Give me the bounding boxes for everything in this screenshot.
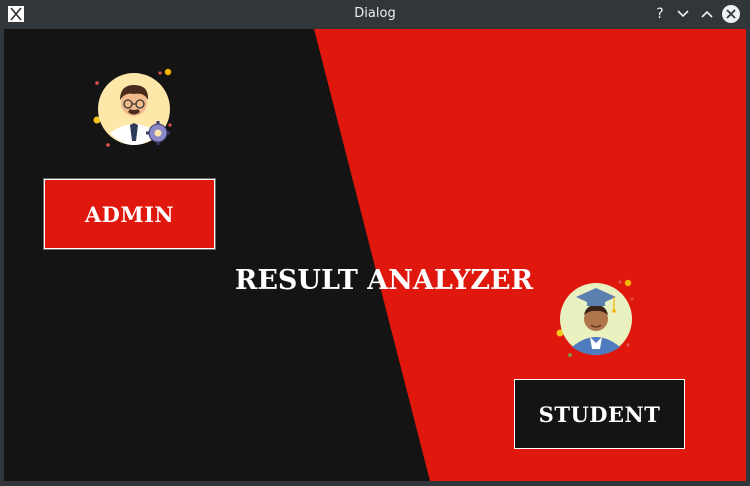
app-title: RESULT ANALYZER	[234, 265, 534, 296]
admin-button[interactable]: ADMIN	[43, 178, 216, 250]
chevron-down-icon	[677, 10, 689, 18]
student-graduate-icon	[556, 279, 634, 357]
admin-avatar-icon	[93, 68, 172, 147]
maximize-button[interactable]	[697, 4, 717, 24]
admin-button-label: ADMIN	[84, 201, 175, 227]
dialog-content: ADMIN RESULT ANALYZER STUDENT	[4, 29, 746, 481]
chevron-up-icon	[701, 10, 713, 18]
minimize-button[interactable]	[673, 4, 693, 24]
window-bottom-edge	[0, 481, 750, 486]
window-title: Dialog	[354, 6, 396, 21]
dialog-window: Dialog ? ADMIN RESULT ANALYZER STUDENT	[0, 0, 750, 486]
close-icon	[726, 9, 736, 19]
close-button[interactable]	[722, 5, 740, 23]
help-icon: ?	[656, 6, 664, 22]
title-bar[interactable]: Dialog ?	[0, 0, 750, 28]
student-button-label: STUDENT	[538, 401, 661, 427]
student-button[interactable]: STUDENT	[514, 379, 685, 449]
help-button[interactable]: ?	[650, 4, 670, 24]
